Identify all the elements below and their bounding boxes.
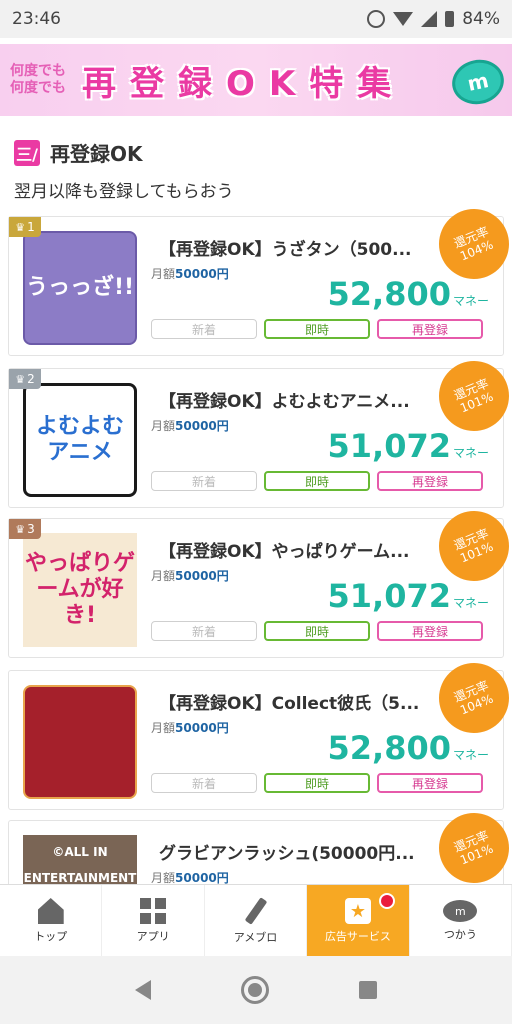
price-line: 月額50000円 [151, 419, 229, 433]
price-line: 月額50000円 [151, 267, 229, 281]
section-header: 三/ 再登録OK [14, 138, 143, 167]
section-subtitle: 翌月以降も登録してもらおう [14, 182, 234, 202]
price-line: 月額50000円 [151, 721, 229, 735]
wifi-icon [393, 12, 414, 26]
tag-instant: 即時 [264, 471, 370, 491]
notification-dot [378, 893, 395, 909]
tag-row: 新着 即時 再登録 [151, 773, 483, 793]
tag-new: 新着 [151, 319, 257, 339]
tag-reregister: 再登録 [377, 621, 483, 641]
offer-title[interactable]: 【再登録OK】うざタン（500... [159, 235, 429, 260]
tag-new: 新着 [151, 773, 257, 793]
offer-title[interactable]: 【再登録OK】よむよむアニメ... [159, 387, 429, 412]
crown-icon: ♛ [15, 522, 26, 536]
system-nav-bar [0, 956, 512, 1024]
home-icon [37, 898, 64, 924]
tag-new: 新着 [151, 471, 257, 491]
battery-icon [445, 11, 455, 27]
nav-apps[interactable]: アプリ [102, 885, 205, 957]
promo-banner[interactable]: 何度でも 何度でも 再登録OK特集 m [0, 44, 512, 116]
rank-badge: ♛ 3 [9, 519, 41, 539]
ad-star-icon: ★ [344, 898, 371, 924]
offer-card[interactable]: ©ALL IN ENTERTAINMENT グラビアンラッシュ(50000円..… [8, 802, 512, 895]
app-thumbnail[interactable]: やっぱりゲームが好き! [23, 533, 137, 647]
offer-title[interactable]: 【再登録OK】Collect彼氏（5... [159, 689, 429, 714]
offer-card[interactable]: うっっざ!! ♛ 1 【再登録OK】うざタン（500... 月額50000円 52… [8, 198, 512, 356]
status-bar: 23:46 84% [0, 0, 512, 38]
crown-icon: ♛ [15, 372, 26, 386]
nav-ameblo[interactable]: アメブロ [205, 885, 308, 957]
return-rate-badge: 還元率 101% [428, 802, 512, 894]
reward-amount: 52,800 マネー [327, 729, 490, 767]
offer-card[interactable]: よむよむアニメ ♛ 2 【再登録OK】よむよむアニメ... 月額50000円 51… [8, 350, 512, 508]
status-time: 23:46 [12, 9, 61, 29]
tag-reregister: 再登録 [377, 319, 483, 339]
status-icons: 84% [367, 9, 500, 29]
price-line: 月額50000円 [151, 569, 229, 583]
tag-reregister: 再登録 [377, 471, 483, 491]
rank-badge: ♛ 2 [9, 369, 41, 389]
reward-amount: 51,072 マネー [327, 427, 490, 465]
coin-icon: m [443, 900, 478, 922]
nav-ad-service[interactable]: ★ 広告サービス [307, 885, 410, 957]
reward-amount: 51,072 マネー [327, 577, 490, 615]
pen-icon [244, 897, 267, 925]
nav-use[interactable]: m つかう [410, 885, 512, 957]
alarm-icon [367, 10, 386, 28]
tag-row: 新着 即時 再登録 [151, 621, 483, 641]
reward-amount: 52,800 マネー [327, 275, 490, 313]
coin-icon: m [447, 55, 509, 109]
home-button-icon[interactable] [241, 976, 269, 1004]
banner-title: 再登録OK特集 [82, 63, 406, 104]
section-title: 再登録OK [50, 142, 143, 166]
offer-card[interactable]: やっぱりゲームが好き! ♛ 3 【再登録OK】やっぱりゲーム... 月額50000… [8, 500, 512, 658]
signal-icon [421, 11, 438, 27]
app-thumbnail[interactable] [23, 685, 137, 799]
rank-badge: ♛ 1 [9, 217, 41, 237]
bottom-nav: トップ アプリ アメブロ ★ 広告サービス m つかう [0, 884, 512, 957]
section-icon: 三/ [14, 139, 40, 166]
tag-new: 新着 [151, 621, 257, 641]
app-thumbnail[interactable]: よむよむアニメ [23, 383, 137, 497]
nav-top[interactable]: トップ [0, 885, 103, 957]
apps-icon [140, 898, 167, 924]
tag-instant: 即時 [264, 773, 370, 793]
offer-title[interactable]: グラビアンラッシュ(50000円... [159, 839, 439, 864]
recent-apps-icon[interactable] [359, 981, 377, 999]
offer-card[interactable]: 【再登録OK】Collect彼氏（5... 月額50000円 52,800 マネー… [8, 652, 512, 810]
tag-row: 新着 即時 再登録 [151, 319, 483, 339]
back-icon[interactable] [135, 980, 151, 1000]
banner-small-text: 何度でも 何度でも [10, 63, 66, 96]
battery-percent: 84% [462, 9, 500, 29]
app-thumbnail[interactable]: うっっざ!! [23, 231, 137, 345]
tag-row: 新着 即時 再登録 [151, 471, 483, 491]
crown-icon: ♛ [15, 220, 26, 234]
tag-instant: 即時 [264, 319, 370, 339]
offer-title[interactable]: 【再登録OK】やっぱりゲーム... [159, 537, 429, 562]
tag-instant: 即時 [264, 621, 370, 641]
tag-reregister: 再登録 [377, 773, 483, 793]
